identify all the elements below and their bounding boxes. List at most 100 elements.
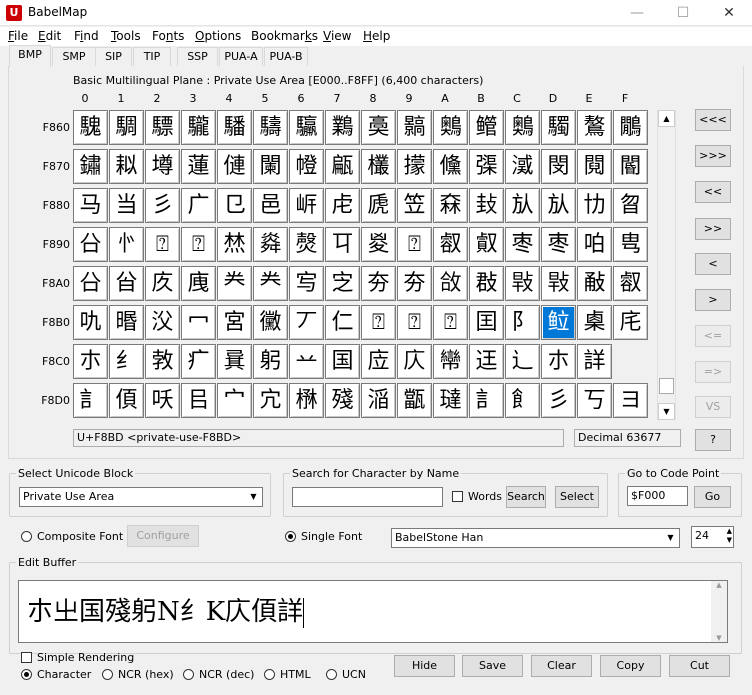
menu-bookmarks[interactable]: Bookmarks xyxy=(251,29,318,43)
character-cell[interactable]: 㕷 xyxy=(577,227,612,262)
character-cell[interactable]: 㫃 xyxy=(541,188,576,223)
character-cell[interactable]: 㣺 xyxy=(109,227,144,262)
character-cell[interactable]: 彡 xyxy=(145,188,180,223)
character-cell[interactable]: 㽆 xyxy=(397,383,432,418)
scroll-thumb[interactable] xyxy=(659,378,674,394)
search-input[interactable] xyxy=(292,487,443,507)
output-format-radio[interactable] xyxy=(264,669,275,680)
character-cell[interactable]: 㳇 xyxy=(145,305,180,340)
character-cell[interactable]: 㚞 xyxy=(433,188,468,223)
character-cell[interactable]: 㚇 xyxy=(361,227,396,262)
character-cell[interactable]: 㮊 xyxy=(289,383,324,418)
menu-fonts[interactable]: Fonts xyxy=(152,29,184,43)
character-cell[interactable]: 宂 xyxy=(253,383,288,418)
character-cell[interactable]: 㠱 xyxy=(217,344,252,379)
character-cell[interactable]: 㪊 xyxy=(469,266,504,301)
character-cell[interactable]: ⍰ xyxy=(361,305,396,340)
code-point-input[interactable]: $F000 xyxy=(627,486,688,506)
character-cell[interactable]: 虍 xyxy=(325,188,360,223)
character-cell[interactable]: 㕢 xyxy=(469,227,504,262)
character-cell[interactable]: 㮚 xyxy=(577,305,612,340)
stepper-arrows-icon[interactable]: ▲ ▼ xyxy=(727,527,732,545)
clear-button[interactable]: Clear xyxy=(531,655,592,677)
tab-smp[interactable]: SMP xyxy=(52,47,96,67)
character-cell[interactable]: 邑 xyxy=(253,188,288,223)
tab-pua-b[interactable]: PUA-B xyxy=(264,47,308,67)
character-cell[interactable]: 㑯 xyxy=(109,383,144,418)
menu-tools[interactable]: Tools xyxy=(111,29,141,43)
tab-tip[interactable]: TIP xyxy=(133,47,171,67)
character-cell[interactable]: 当 xyxy=(109,188,144,223)
character-cell[interactable]: 黴 xyxy=(253,305,288,340)
help-button[interactable]: ? xyxy=(695,429,731,451)
character-cell[interactable]: 䒑 xyxy=(289,344,324,379)
character-cell[interactable]: 枣 xyxy=(541,227,576,262)
character-cell[interactable]: 㟁 xyxy=(289,188,324,223)
character-cell[interactable]: ヨ xyxy=(613,383,648,418)
character-cell[interactable]: 䮳 xyxy=(217,110,252,145)
configure-button[interactable]: Configure xyxy=(127,525,199,547)
edit-buffer-scrollbar[interactable]: ▲ ▼ xyxy=(711,581,727,642)
character-cell[interactable]: 㷫 xyxy=(289,227,324,262)
character-cell[interactable]: 㣄 xyxy=(469,149,504,184)
character-cell[interactable]: 㕣 xyxy=(73,227,108,262)
character-cell[interactable]: 囯 xyxy=(469,305,504,340)
character-cell[interactable]: 庂 xyxy=(397,344,432,379)
character-cell[interactable]: 䯨 xyxy=(361,110,396,145)
character-cell[interactable]: 䮾 xyxy=(181,110,216,145)
character-cell[interactable]: 䴈 xyxy=(433,110,468,145)
character-cell[interactable]: 僆 xyxy=(217,149,252,184)
edit-buffer-textarea[interactable]: 朩㞢国殘躬N纟K庂㑯詳 xyxy=(18,580,728,643)
character-cell[interactable]: 儵 xyxy=(433,149,468,184)
character-cell[interactable]: 㡠 xyxy=(289,149,324,184)
composite-font-radio[interactable] xyxy=(21,531,32,542)
character-cell[interactable]: 朩 xyxy=(73,344,108,379)
character-cell[interactable]: 㩚 xyxy=(397,149,432,184)
single-font-radio[interactable] xyxy=(285,531,296,542)
character-cell[interactable]: 㡩 xyxy=(433,344,468,379)
character-cell[interactable]: 㪌 xyxy=(577,266,612,301)
character-cell[interactable]: 朩 xyxy=(541,344,576,379)
character-cell[interactable]: 䮷 xyxy=(541,110,576,145)
character-cell[interactable]: 㔿 xyxy=(325,227,360,262)
character-cell[interactable]: 夯 xyxy=(397,266,432,301)
scroll-down-icon[interactable]: ▼ xyxy=(711,634,727,642)
character-cell[interactable]: 鷳 xyxy=(613,110,648,145)
selected-character-cell[interactable]: 䲞 xyxy=(541,305,576,340)
character-cell[interactable]: 㵄 xyxy=(505,149,540,184)
character-cell[interactable]: 㷊 xyxy=(217,227,252,262)
scroll-down-icon[interactable]: ▼ xyxy=(658,403,675,420)
character-cell[interactable]: 訁 xyxy=(73,383,108,418)
character-cell[interactable]: 鸈 xyxy=(325,110,360,145)
character-cell[interactable]: 㝎 xyxy=(325,266,360,301)
character-cell[interactable]: ⍰ xyxy=(397,227,432,262)
character-cell[interactable]: 彡 xyxy=(541,383,576,418)
cut-button[interactable]: Cut xyxy=(669,655,730,677)
output-format-radio[interactable] xyxy=(183,669,194,680)
character-cell[interactable]: 殘 xyxy=(325,383,360,418)
variation-selector-button[interactable]: VS xyxy=(695,396,731,418)
maximize-button[interactable]: ☐ xyxy=(660,0,706,26)
tab-ssp[interactable]: SSP xyxy=(177,47,218,67)
character-cell[interactable]: 㕡 xyxy=(433,227,468,262)
character-cell[interactable]: 鳤 xyxy=(469,110,504,145)
character-cell[interactable]: 㡼 xyxy=(181,266,216,301)
character-cell[interactable]: 辶 xyxy=(505,344,540,379)
character-cell[interactable]: 纟 xyxy=(109,344,144,379)
tab-pua-a[interactable]: PUA-A xyxy=(219,47,263,67)
character-cell[interactable]: 訁 xyxy=(469,383,504,418)
character-cell[interactable]: 㕭 xyxy=(145,383,180,418)
character-cell[interactable]: 詳 xyxy=(577,344,612,379)
character-cell[interactable]: 㕡 xyxy=(613,266,648,301)
character-cell[interactable]: 蓮 xyxy=(181,149,216,184)
character-cell[interactable]: 鷔 xyxy=(577,110,612,145)
output-format-radio[interactable] xyxy=(326,669,337,680)
unicode-block-select[interactable]: Private Use Area ▼ xyxy=(19,487,263,507)
character-cell[interactable]: 广 xyxy=(181,188,216,223)
character-cell[interactable]: 騆 xyxy=(109,110,144,145)
character-cell[interactable]: 㬆 xyxy=(109,305,144,340)
character-cell[interactable]: 㫚 xyxy=(613,188,648,223)
character-cell[interactable]: 㪉 xyxy=(433,266,468,301)
close-button[interactable]: ✕ xyxy=(706,0,752,26)
select-button[interactable]: Select xyxy=(555,486,599,508)
